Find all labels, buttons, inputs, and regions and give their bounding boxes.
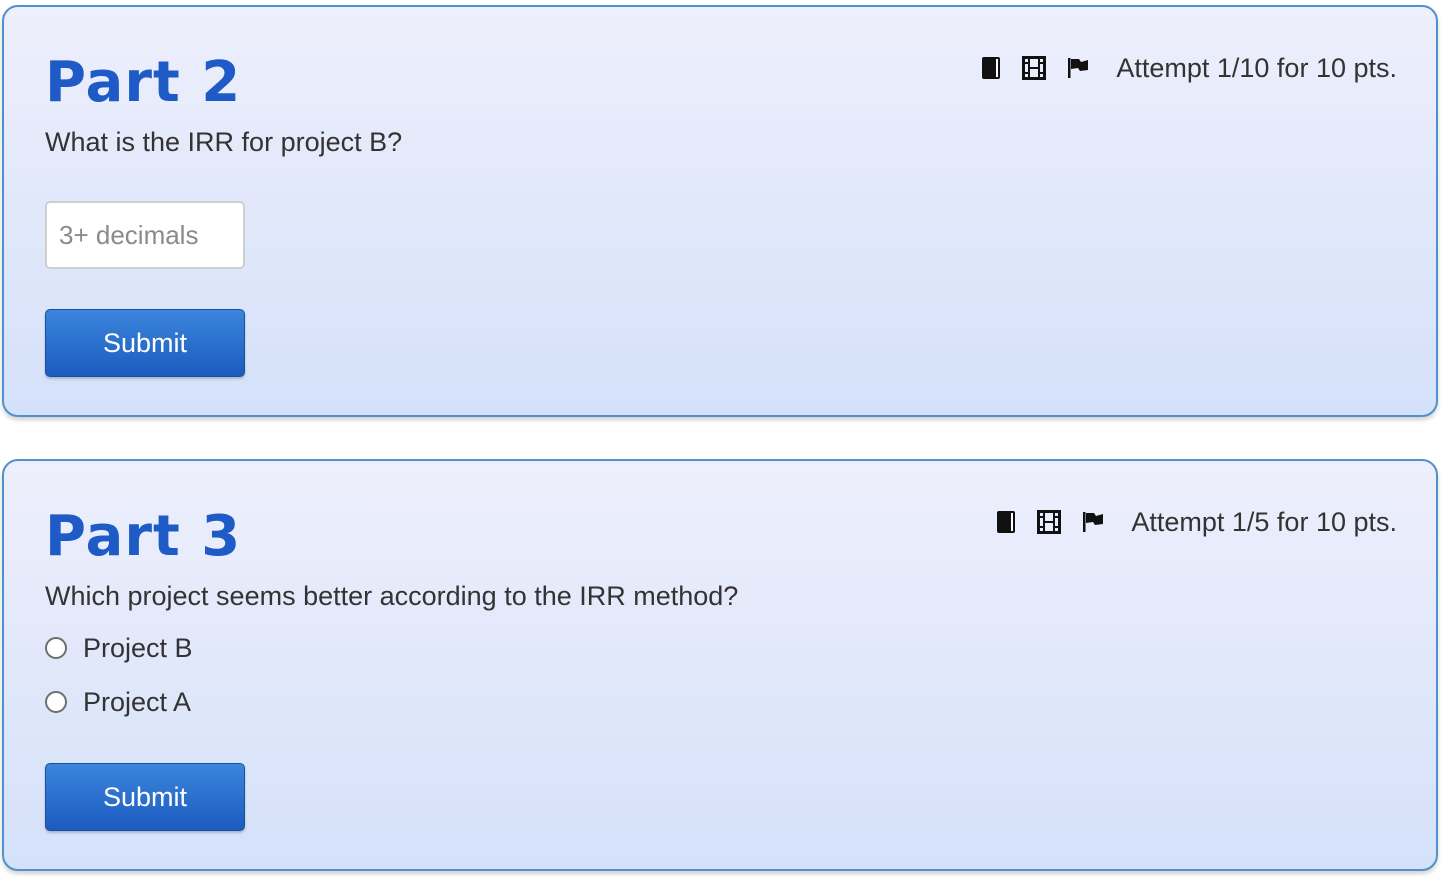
part-3-card: Part 3 Attempt 1/5 for 10 pts. Which pro… — [2, 459, 1438, 871]
submit-button[interactable]: Submit — [45, 763, 245, 831]
question-text: Which project seems better according to … — [45, 581, 739, 611]
part-title: Part 2 — [45, 50, 242, 115]
film-icon[interactable] — [1037, 510, 1062, 534]
flag-icon[interactable] — [1081, 510, 1105, 534]
answer-input[interactable] — [45, 201, 245, 269]
attempt-status: Attempt 1/5 for 10 pts. — [1131, 507, 1397, 537]
book-icon[interactable] — [980, 56, 1002, 80]
book-icon[interactable] — [995, 510, 1017, 534]
part-meta: Attempt 1/5 for 10 pts. — [995, 505, 1397, 539]
part-2-card: Part 2 Attempt 1/10 for 10 pts. What is … — [2, 5, 1438, 417]
part-title: Part 3 — [45, 504, 242, 569]
radio-button[interactable] — [45, 691, 67, 713]
option-label: Project A — [83, 687, 192, 717]
attempt-status: Attempt 1/10 for 10 pts. — [1116, 53, 1397, 83]
part-meta: Attempt 1/10 for 10 pts. — [980, 51, 1397, 85]
option-label: Project B — [83, 633, 193, 663]
question-text: What is the IRR for project B? — [45, 127, 403, 157]
option-project-a[interactable]: Project A — [45, 685, 191, 719]
option-project-b[interactable]: Project B — [45, 631, 193, 665]
film-icon[interactable] — [1022, 56, 1047, 80]
submit-button[interactable]: Submit — [45, 309, 245, 377]
radio-button[interactable] — [45, 637, 67, 659]
flag-icon[interactable] — [1066, 56, 1090, 80]
